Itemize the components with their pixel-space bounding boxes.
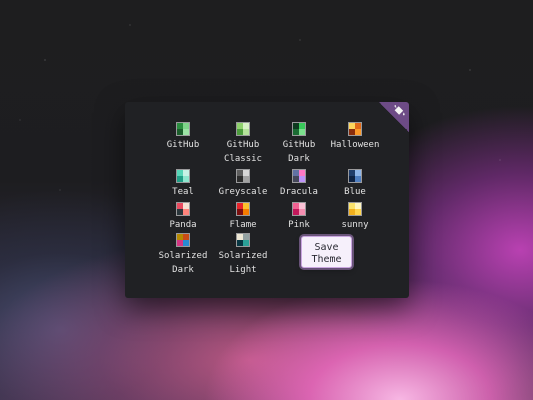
- paint-bucket-icon: [394, 105, 405, 116]
- theme-label: Flame: [229, 220, 257, 230]
- theme-swatch-icon: [176, 122, 190, 136]
- swatch-graphic: [349, 123, 361, 135]
- theme-swatch-icon: [292, 122, 306, 136]
- swatch-graphic: [237, 170, 249, 182]
- theme-option[interactable]: Panda: [153, 202, 213, 232]
- swatch-graphic: [237, 203, 249, 215]
- swatch-graphic: [293, 170, 305, 182]
- theme-swatch-icon: [176, 169, 190, 183]
- theme-option[interactable]: GitHub: [153, 122, 213, 152]
- theme-label: GitHub Dark: [282, 140, 316, 164]
- theme-swatch-icon: [348, 202, 362, 216]
- swatch-graphic: [177, 123, 189, 135]
- theme-swatch-icon: [292, 169, 306, 183]
- theme-option[interactable]: Blue: [325, 169, 385, 199]
- theme-option[interactable]: Flame: [213, 202, 273, 232]
- theme-label: sunny: [341, 220, 369, 230]
- theme-option[interactable]: Teal: [153, 169, 213, 199]
- swatch-graphic: [293, 203, 305, 215]
- swatch-graphic: [237, 123, 249, 135]
- theme-option[interactable]: Dracula: [269, 169, 329, 199]
- swatch-graphic: [177, 234, 189, 246]
- theme-swatch-icon: [348, 122, 362, 136]
- theme-swatch-icon: [176, 233, 190, 247]
- theme-label: Solarized Light: [218, 251, 268, 275]
- theme-label: GitHub: [166, 140, 200, 150]
- theme-swatch-icon: [292, 202, 306, 216]
- theme-option[interactable]: Halloween: [325, 122, 385, 152]
- theme-swatch-icon: [236, 169, 250, 183]
- swatch-graphic: [349, 170, 361, 182]
- theme-option[interactable]: Solarized Light: [213, 233, 273, 277]
- theme-label: Pink: [288, 220, 310, 230]
- theme-label: Greyscale: [218, 187, 268, 197]
- theme-option[interactable]: Solarized Dark: [153, 233, 213, 277]
- theme-label: GitHub Classic: [224, 140, 262, 164]
- theme-swatch-icon: [236, 233, 250, 247]
- theme-swatch-icon: [236, 202, 250, 216]
- swatch-graphic: [177, 170, 189, 182]
- theme-label: Dracula: [280, 187, 318, 197]
- theme-option[interactable]: Greyscale: [213, 169, 273, 199]
- theme-option[interactable]: GitHub Classic: [213, 122, 273, 166]
- theme-label: Blue: [344, 187, 366, 197]
- theme-swatch-icon: [176, 202, 190, 216]
- theme-label: Solarized Dark: [158, 251, 208, 275]
- theme-swatch-icon: [236, 122, 250, 136]
- theme-picker-popup: GitHub GitHub Classic GitHub Dark Halloween…: [125, 102, 409, 298]
- swatch-graphic: [293, 123, 305, 135]
- theme-swatch-icon: [348, 169, 362, 183]
- theme-label: Panda: [169, 220, 197, 230]
- save-theme-button[interactable]: Save Theme: [301, 236, 352, 268]
- swatch-graphic: [237, 234, 249, 246]
- theme-option[interactable]: GitHub Dark: [269, 122, 329, 166]
- swatch-graphic: [177, 203, 189, 215]
- theme-label: Teal: [172, 187, 194, 197]
- theme-label: Halloween: [330, 140, 380, 150]
- theme-option[interactable]: Pink: [269, 202, 329, 232]
- theme-option[interactable]: sunny: [325, 202, 385, 232]
- swatch-graphic: [349, 203, 361, 215]
